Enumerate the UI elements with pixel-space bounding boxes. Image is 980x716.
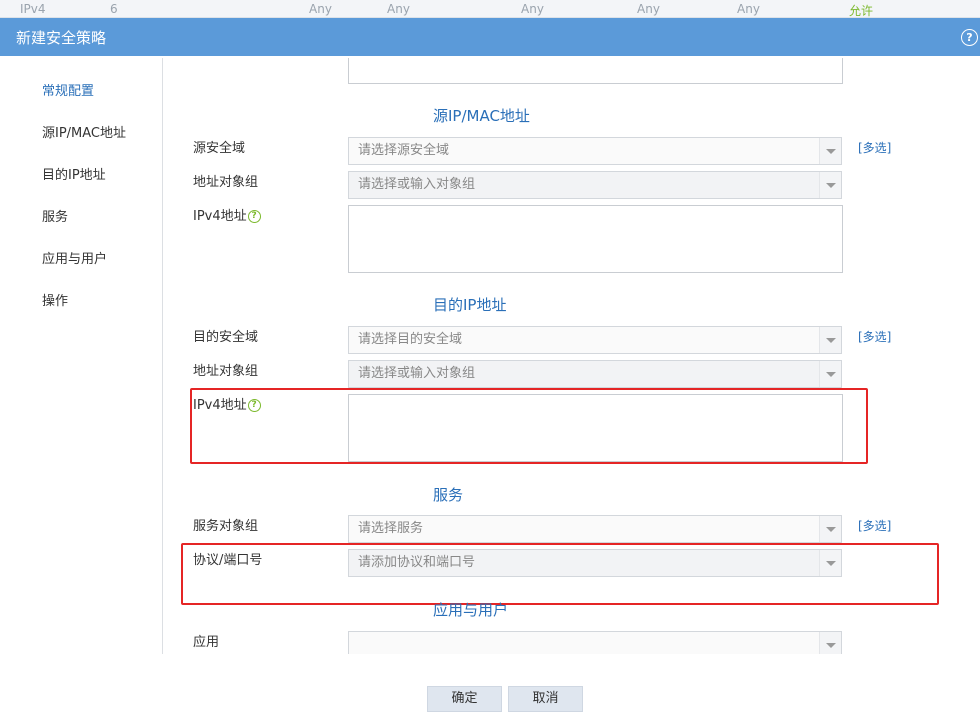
bg-protocol-cell: IPv4 <box>20 2 46 16</box>
dest-addr-group-label: 地址对象组 <box>193 364 259 379</box>
app-select-partial[interactable] <box>348 631 842 654</box>
question-circle-icon[interactable]: ? <box>961 29 978 46</box>
dest-zone-placeholder: 请选择目的安全域 <box>358 332 463 347</box>
bg-any-cell: Any <box>309 2 332 16</box>
source-zone-select[interactable]: 请选择源安全域 <box>348 137 842 165</box>
service-group-select[interactable]: 请选择服务 <box>348 515 842 543</box>
dialog-titlebar: 新建安全策略 ? <box>0 18 980 56</box>
help-question-icon[interactable]: ? <box>247 210 261 223</box>
bg-any-cell: Any <box>387 2 410 16</box>
sidebar-item-general[interactable]: 常规配置 <box>42 80 94 99</box>
ok-button[interactable]: 确定 <box>427 686 502 712</box>
sidebar-item-destination[interactable]: 目的IP地址 <box>42 164 106 183</box>
sidebar-item-service[interactable]: 服务 <box>42 206 68 225</box>
section-title-destination: 目的IP地址 <box>433 296 507 314</box>
cancel-button[interactable]: 取消 <box>508 686 583 712</box>
bg-any-cell: Any <box>737 2 760 16</box>
source-addr-group-placeholder: 请选择或输入对象组 <box>358 177 476 192</box>
sidebar-nav: 常规配置 源IP/MAC地址 目的IP地址 服务 应用与用户 操作 <box>8 58 163 654</box>
source-ipv4-label: IPv4地址? <box>193 205 261 224</box>
top-textarea-partial[interactable] <box>348 58 843 84</box>
highlight-box-protocol-port <box>181 543 939 605</box>
service-group-label: 服务对象组 <box>193 519 259 534</box>
background-table-row: IPv4 6 Any Any Any Any Any 允许 <box>0 0 980 18</box>
sidebar-item-source[interactable]: 源IP/MAC地址 <box>42 122 126 141</box>
section-title-source: 源IP/MAC地址 <box>433 107 530 125</box>
form-scroll-area[interactable]: 源IP/MAC地址 源安全域 请选择源安全域 [多选] 地址对象组 请选择或输入… <box>163 58 980 654</box>
chevron-down-icon[interactable] <box>819 516 841 542</box>
bg-action-cell: 允许 <box>849 4 874 18</box>
source-addr-group-label: 地址对象组 <box>193 175 259 190</box>
service-group-placeholder: 请选择服务 <box>358 521 424 536</box>
bg-any-cell: Any <box>637 2 660 16</box>
app-label: 应用 <box>193 635 220 650</box>
chevron-down-icon[interactable] <box>819 138 841 164</box>
source-zone-multi-link[interactable]: [多选] <box>858 139 891 156</box>
bg-number-cell: 6 <box>110 2 118 16</box>
sidebar-item-app-user[interactable]: 应用与用户 <box>42 248 107 267</box>
service-group-multi-link[interactable]: [多选] <box>858 517 891 534</box>
section-title-service: 服务 <box>433 486 464 504</box>
highlight-box-dest-ipv4 <box>190 388 868 464</box>
source-zone-label: 源安全域 <box>193 141 246 156</box>
dest-addr-group-select[interactable]: 请选择或输入对象组 <box>348 360 842 388</box>
dest-zone-multi-link[interactable]: [多选] <box>858 328 891 345</box>
dest-addr-group-placeholder: 请选择或输入对象组 <box>358 366 476 381</box>
bg-any-cell: Any <box>521 2 544 16</box>
source-ipv4-label-text: IPv4地址 <box>193 209 247 224</box>
chevron-down-icon[interactable] <box>819 172 841 198</box>
chevron-down-icon[interactable] <box>819 361 841 387</box>
source-addr-group-select[interactable]: 请选择或输入对象组 <box>348 171 842 199</box>
source-ipv4-textarea[interactable] <box>348 205 843 273</box>
new-security-policy-dialog: 新建安全策略 ? 常规配置 源IP/MAC地址 目的IP地址 服务 应用与用户 … <box>0 18 980 716</box>
sidebar-item-action[interactable]: 操作 <box>42 290 68 309</box>
dest-zone-label: 目的安全域 <box>193 330 259 345</box>
chevron-down-icon[interactable] <box>819 632 841 654</box>
section-title-app-user: 应用与用户 <box>433 601 509 619</box>
source-zone-placeholder: 请选择源安全域 <box>358 143 450 158</box>
dest-zone-select[interactable]: 请选择目的安全域 <box>348 326 842 354</box>
chevron-down-icon[interactable] <box>819 327 841 353</box>
dialog-title: 新建安全策略 <box>16 29 107 47</box>
